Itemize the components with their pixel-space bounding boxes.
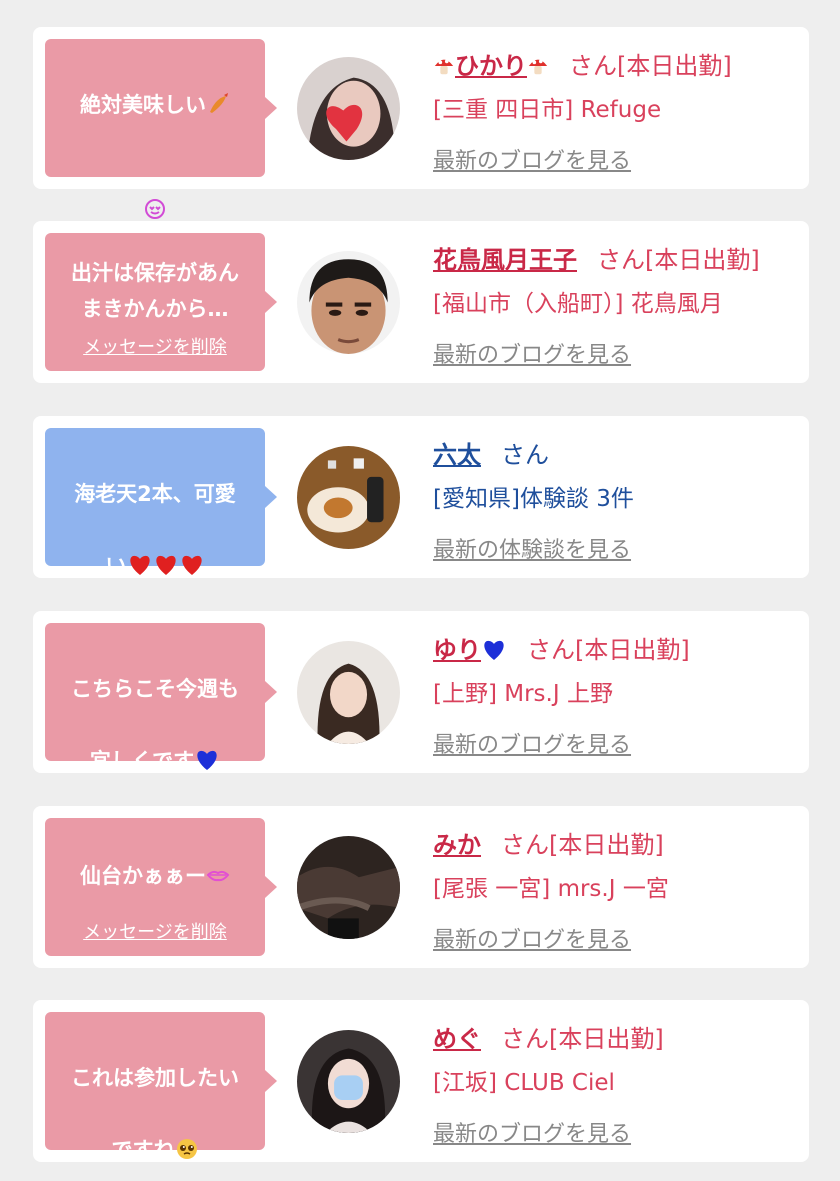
profile-name-link[interactable]: 花鳥風月王子 [433, 240, 577, 275]
avatar[interactable] [297, 641, 400, 744]
status-label: さん[本日出勤] [569, 51, 732, 80]
status-label: さん[本日出勤] [527, 635, 690, 664]
latest-blog-link[interactable]: 最新のブログを見る [433, 727, 631, 759]
shop-label: [愛知県]体験談 3件 [433, 486, 634, 512]
avatar[interactable] [297, 836, 400, 939]
status-label: さん[本日出勤] [501, 830, 664, 859]
profile-name-link[interactable]: みか [433, 825, 481, 860]
message-card: 絶対美味しい メッセージを削除 ひかり さん[本日出勤] [三重 四日市] Re… [33, 27, 809, 352]
shop-label: [尾張 一宮] mrs.J 一宮 [433, 876, 669, 902]
shop-label: [上野] Mrs.J 上野 [433, 681, 613, 707]
latest-blog-link[interactable]: 最新のブログを見る [433, 922, 631, 954]
shop-label: [三重 四日市] Refuge [433, 97, 662, 123]
avatar[interactable] [297, 1030, 400, 1133]
avatar[interactable] [297, 57, 400, 160]
kiss-lips-icon [206, 870, 230, 882]
mushroom-icon [434, 59, 454, 74]
message-text: 出汁は保存があん まきかんから… [71, 261, 239, 321]
message-card: 海老天2本、可愛 い メッセージを削除 六太 さん [愛知県]体験談 3件 最新… [33, 416, 809, 641]
smiling-face-hearts-emoji [145, 199, 165, 219]
message-text: こちらこそ今週も 宜しくです [71, 677, 239, 773]
message-bubble: 出汁は保存があん まきかんから… メッセージを削除 [45, 233, 277, 371]
profile-name-link[interactable]: ゆり [433, 630, 507, 665]
blue-heart-icon [484, 640, 504, 660]
status-label: さん[本日出勤] [501, 1024, 664, 1053]
message-bubble: 海老天2本、可愛 い メッセージを削除 [45, 428, 277, 641]
shop-label: [江坂] CLUB Ciel [433, 1070, 615, 1096]
message-card: こちらこそ今週も 宜しくです メッセージを削除 ゆり さん[本日出勤] [上野]… [33, 611, 809, 836]
avatar[interactable] [297, 251, 400, 354]
blue-heart-icon [197, 750, 217, 770]
profile-name-link[interactable]: めぐ [433, 1019, 481, 1054]
message-bubble: こちらこそ今週も 宜しくです メッセージを削除 [45, 623, 277, 836]
red-heart-icon [155, 555, 176, 575]
delete-message-link[interactable]: メッセージを削除 [83, 337, 227, 359]
message-card: 出汁は保存があん まきかんから… メッセージを削除 花鳥風月王子 さん[本日出勤… [33, 221, 809, 383]
message-bubble: 仙台かぁぁー メッセージを削除 [45, 818, 277, 956]
shop-label: [福山市（入船町）] 花鳥風月 [433, 291, 723, 317]
red-heart-icon [181, 555, 202, 575]
latest-blog-link[interactable]: 最新のブログを見る [433, 337, 631, 369]
message-text: 仙台かぁぁー [55, 830, 255, 922]
message-text: 海老天2本、可愛 い [74, 482, 236, 578]
profile-name-link[interactable]: 六太 [433, 435, 481, 470]
message-card: これは参加したい ですね メッセージを削除 めぐ さん[本日出勤] [江坂] C… [33, 1000, 809, 1162]
message-bubble: これは参加したい ですね メッセージを削除 [45, 1012, 277, 1162]
status-label: さん[本日出勤] [597, 245, 760, 274]
latest-blog-link[interactable]: 最新のブログを見る [433, 1116, 631, 1148]
latest-blog-link[interactable]: 最新のブログを見る [433, 143, 631, 175]
status-label: さん [501, 440, 549, 469]
pleading-face-emoji [176, 1139, 197, 1159]
latest-review-link[interactable]: 最新の体験談を見る [433, 532, 631, 564]
avatar[interactable] [297, 446, 400, 549]
mushroom-icon [528, 59, 548, 74]
message-card: 仙台かぁぁー メッセージを削除 みか さん[本日出勤] [尾張 一宮] mrs.… [33, 806, 809, 968]
fried-shrimp-emoji [210, 93, 228, 113]
message-text: これは参加したい ですね [71, 1066, 239, 1162]
profile-name-link[interactable]: ひかり [433, 46, 549, 81]
message-bubble: 絶対美味しい メッセージを削除 [45, 39, 277, 352]
delete-message-link[interactable]: メッセージを削除 [83, 922, 227, 944]
red-heart-icon [129, 555, 150, 575]
